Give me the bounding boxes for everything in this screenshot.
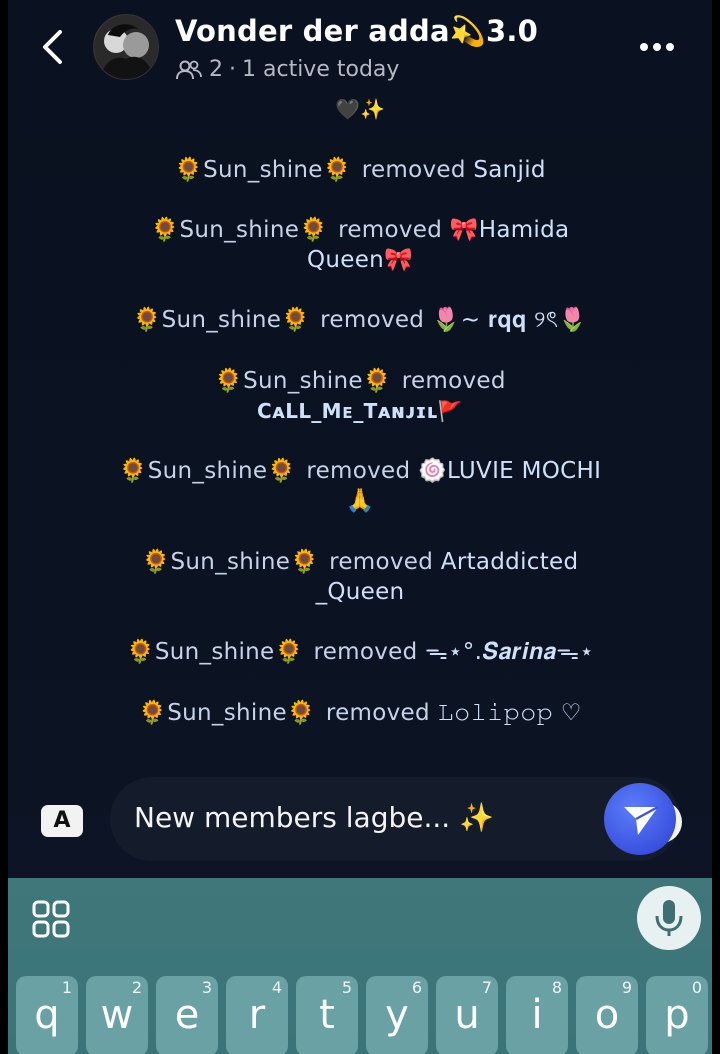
event-user[interactable]: 🌻Sun_shine🌻 xyxy=(138,700,316,726)
key-u[interactable]: u7 xyxy=(436,976,498,1054)
key-number: 9 xyxy=(621,978,632,997)
chevron-left-icon[interactable] xyxy=(36,26,70,68)
event-target[interactable]: 🍥LUVIE MOCHI xyxy=(418,458,601,484)
event-verb: removed xyxy=(361,157,466,183)
event-verb: removed xyxy=(338,217,443,243)
key-number: 2 xyxy=(131,978,142,997)
keyboard-row-1: q1 w2 e3 r4 t5 y6 u7 i8 o9 p0 xyxy=(8,976,712,1054)
key-t[interactable]: t5 xyxy=(296,976,358,1054)
event-target[interactable]: ᯓ⋆°.𝑺𝒂𝒓𝒊𝒏𝒂ᯓ⋆ xyxy=(425,639,594,665)
event-target-line2[interactable]: CᴀLL_Mᴇ_Tᴀɴᴊɪʟ🚩 xyxy=(257,399,463,423)
key-y[interactable]: y6 xyxy=(366,976,428,1054)
event-user[interactable]: 🌻Sun_shine🌻 xyxy=(174,157,352,183)
event-user[interactable]: 🌻Sun_shine🌻 xyxy=(151,217,329,243)
group-subtitle: 2 · 1 active today xyxy=(175,57,399,82)
event-verb: removed xyxy=(306,458,411,484)
people-icon xyxy=(176,60,202,79)
key-o[interactable]: o9 xyxy=(576,976,638,1054)
key-letter: u xyxy=(454,992,480,1038)
key-letter: y xyxy=(385,992,409,1038)
group-title[interactable]: Vonder der adda💫3.0 xyxy=(175,14,538,49)
system-event: 🌻Sun_shine🌻 removed 🌷~ 𝐫𝐪𝐪 ୨ৎ🌷 xyxy=(8,305,712,335)
event-target-line2[interactable]: Queen🎀 xyxy=(307,247,413,273)
key-number: 1 xyxy=(61,978,72,997)
microphone-icon xyxy=(655,900,683,936)
key-i[interactable]: i8 xyxy=(506,976,568,1054)
key-number: 8 xyxy=(551,978,562,997)
key-letter: r xyxy=(248,992,266,1038)
event-verb: removed xyxy=(401,368,506,394)
grid-icon[interactable] xyxy=(32,900,70,938)
more-dot xyxy=(666,43,674,51)
event-verb: removed xyxy=(329,549,434,575)
message-input-text[interactable]: New members lagbe... ✨ xyxy=(134,801,494,834)
message-composer: A New members lagbe... ✨ xyxy=(8,775,712,865)
key-letter: w xyxy=(100,992,134,1038)
key-p[interactable]: p0 xyxy=(646,976,708,1054)
message-input[interactable]: New members lagbe... ✨ xyxy=(110,777,682,861)
more-options-button[interactable] xyxy=(640,36,680,52)
system-event: 🌻Sun_shine🌻 removed 𝙻𝚘𝚕𝚒𝚙𝚘𝚙 ♡ xyxy=(8,698,712,728)
send-button[interactable] xyxy=(604,783,676,855)
key-number: 0 xyxy=(691,978,702,997)
key-w[interactable]: w2 xyxy=(86,976,148,1054)
chat-header: Vonder der adda💫3.0 2 · 1 active today xyxy=(8,0,712,95)
system-event: 🌻Sun_shine🌻 removed CᴀLL_Mᴇ_Tᴀɴᴊɪʟ🚩 xyxy=(8,366,712,426)
event-user[interactable]: 🌻Sun_shine🌻 xyxy=(126,639,304,665)
system-event: 🌻Sun_shine🌻 removed 🎀Hamida Queen🎀 xyxy=(8,215,712,275)
system-event: 🌻Sun_shine🌻 removed ᯓ⋆°.𝑺𝒂𝒓𝒊𝒏𝒂ᯓ⋆ xyxy=(8,637,712,667)
text-style-button[interactable]: A xyxy=(41,805,83,837)
members-count: 2 xyxy=(209,57,223,82)
event-verb: removed xyxy=(325,700,430,726)
top-emojis: 🖤✨ xyxy=(335,97,385,121)
key-number: 5 xyxy=(341,978,352,997)
event-target[interactable]: Sanjid xyxy=(473,157,545,183)
active-status: 1 active today xyxy=(242,57,400,82)
key-number: 6 xyxy=(411,978,422,997)
key-letter: e xyxy=(174,992,200,1038)
key-letter: o xyxy=(594,992,620,1038)
subtitle-separator: · xyxy=(229,57,236,82)
event-user[interactable]: 🌻Sun_shine🌻 xyxy=(142,549,320,575)
more-dot xyxy=(653,43,661,51)
key-r[interactable]: r4 xyxy=(226,976,288,1054)
event-user[interactable]: 🌻Sun_shine🌻 xyxy=(214,368,392,394)
event-user[interactable]: 🌻Sun_shine🌻 xyxy=(133,307,311,333)
key-letter: p xyxy=(664,992,690,1038)
key-letter: t xyxy=(319,992,335,1038)
system-event: 🌻Sun_shine🌻 removed Artaddicted _Queen xyxy=(8,547,712,607)
voice-input-button[interactable] xyxy=(637,886,701,950)
event-target[interactable]: 🎀Hamida xyxy=(450,217,570,243)
avatar-image xyxy=(94,15,158,79)
key-q[interactable]: q1 xyxy=(16,976,78,1054)
key-letter: i xyxy=(531,992,543,1038)
group-avatar[interactable] xyxy=(93,14,159,80)
event-target-line2[interactable]: _Queen xyxy=(316,579,405,605)
keyboard: q1 w2 e3 r4 t5 y6 u7 i8 o9 p0 xyxy=(8,878,712,1054)
key-number: 3 xyxy=(201,978,212,997)
event-verb: removed xyxy=(313,639,418,665)
key-number: 4 xyxy=(271,978,282,997)
event-user[interactable]: 🌻Sun_shine🌻 xyxy=(119,458,297,484)
event-target[interactable]: Artaddicted xyxy=(441,549,579,575)
key-letter: q xyxy=(34,992,60,1038)
message-list[interactable]: 🖤✨ 🌻Sun_shine🌻 removed Sanjid 🌻Sun_shine🌻… xyxy=(8,95,712,755)
key-e[interactable]: e3 xyxy=(156,976,218,1054)
system-event: 🌻Sun_shine🌻 removed Sanjid xyxy=(8,155,712,185)
system-event: 🌻Sun_shine🌻 removed 🍥LUVIE MOCHI 🙏 xyxy=(8,456,712,516)
key-number: 7 xyxy=(481,978,492,997)
chat-screen: Vonder der adda💫3.0 2 · 1 active today 🖤… xyxy=(8,0,712,1054)
event-target[interactable]: 🌷~ 𝐫𝐪𝐪 ୨ৎ🌷 xyxy=(432,307,588,333)
event-target-line2: 🙏 xyxy=(345,488,375,514)
send-icon xyxy=(624,805,659,835)
event-target[interactable]: 𝙻𝚘𝚕𝚒𝚙𝚘𝚙 ♡ xyxy=(438,700,582,726)
more-horizontal-icon xyxy=(640,43,648,51)
event-verb: removed xyxy=(320,307,425,333)
